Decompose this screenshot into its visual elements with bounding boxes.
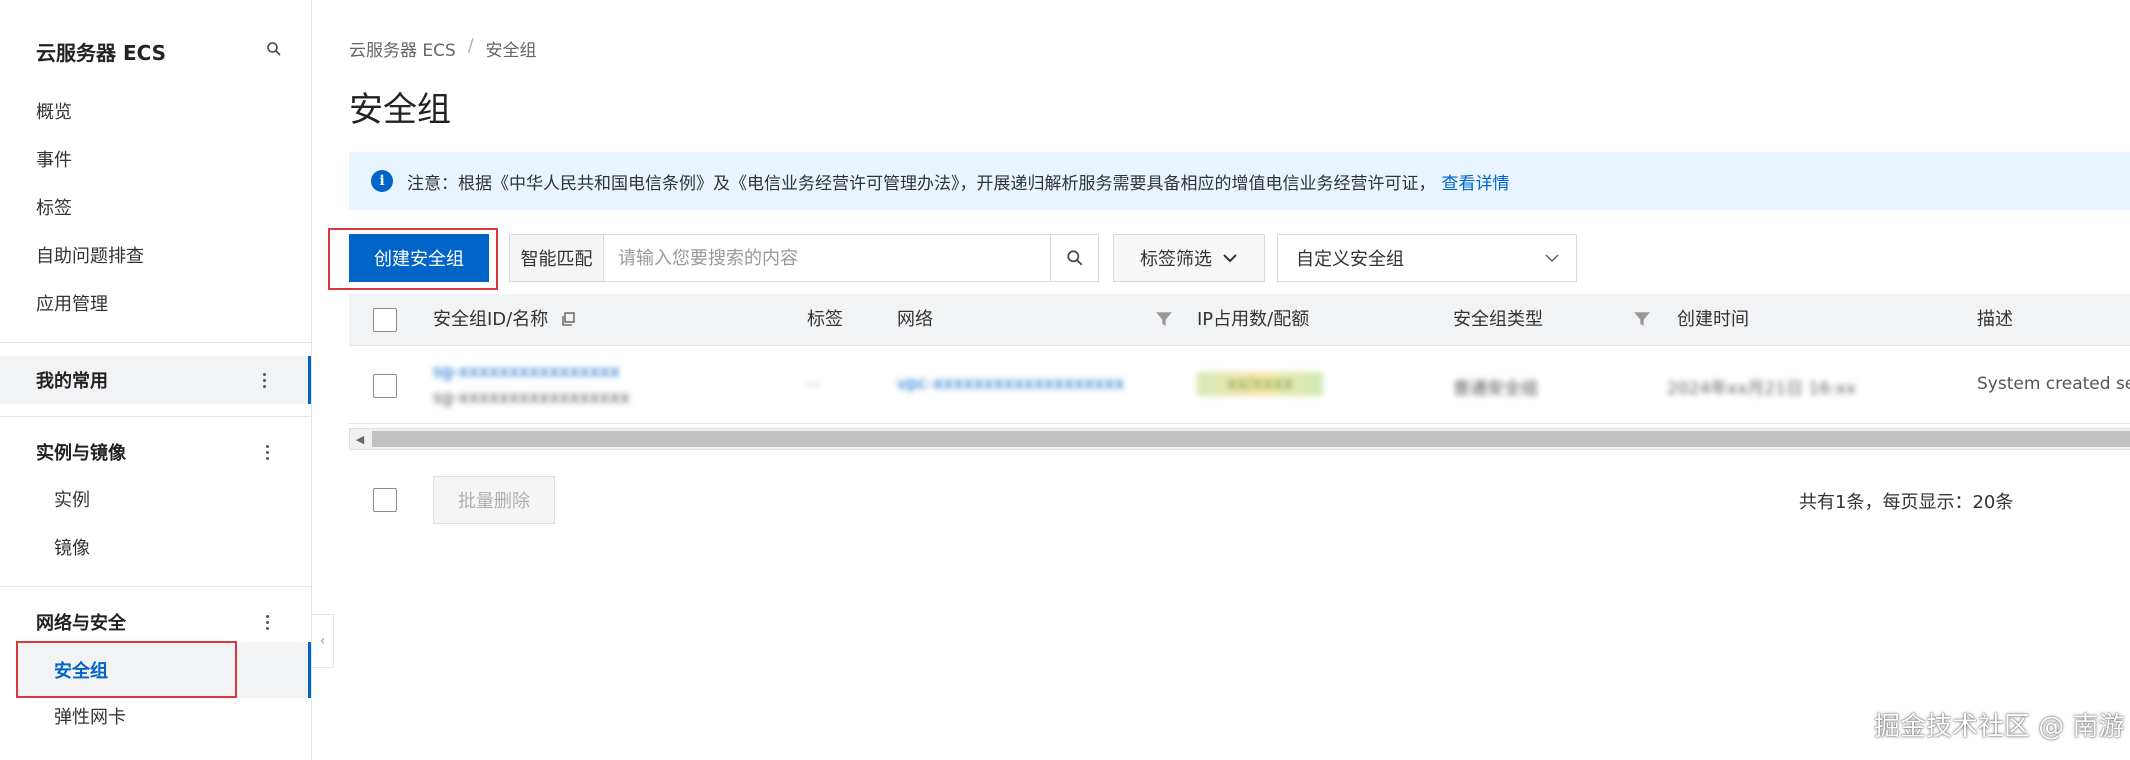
search-input[interactable] (604, 235, 1050, 281)
column-header-type: 安全组类型 (1453, 309, 1543, 330)
sidebar-divider (0, 586, 311, 587)
table-footer: 批量删除 共有1条，每页显示：20条 (349, 476, 2130, 524)
more-icon[interactable] (259, 612, 275, 632)
more-icon[interactable] (259, 442, 275, 462)
notice-details-link[interactable]: 查看详情 (1442, 169, 1510, 194)
sidebar-item-overview[interactable]: 概览 (36, 98, 72, 128)
sidebar-item-tags[interactable]: 标签 (36, 194, 72, 224)
sidebar-item-instances[interactable]: 实例 (54, 486, 90, 516)
footer-select-all-checkbox[interactable] (373, 488, 397, 512)
column-header-description: 描述 (1977, 309, 2013, 330)
sidebar-group-title: 实例与镜像 (36, 443, 126, 464)
column-header-id-name: 安全组ID/名称 (433, 294, 576, 346)
copy-icon[interactable] (560, 311, 576, 327)
sidebar-title: 云服务器 ECS (36, 40, 167, 65)
search-button[interactable] (1050, 235, 1098, 281)
chevron-down-icon (1223, 254, 1237, 263)
sidebar-item-images[interactable]: 镜像 (54, 534, 90, 564)
sidebar-item-troubleshoot[interactable]: 自助问题排查 (36, 242, 144, 272)
custom-security-group-select[interactable]: 自定义安全组 (1277, 234, 1577, 282)
row-ip-quota: xx/xxxx (1197, 372, 1324, 396)
row-network-link[interactable]: vpc-xxxxxxxxxxxxxxxxxxx (897, 374, 1124, 394)
column-header-ip-quota: IP占用数/配额 (1197, 309, 1310, 330)
search-group: 智能匹配 (509, 234, 1099, 282)
row-tags: -- (807, 374, 820, 394)
search-icon[interactable] (266, 41, 286, 61)
select-all-checkbox[interactable] (373, 308, 397, 332)
sidebar-group-favorites[interactable]: 我的常用 (0, 356, 311, 404)
row-checkbox[interactable] (373, 374, 397, 398)
tag-filter-label: 标签筛选 (1140, 249, 1212, 270)
sidebar-item-security-groups[interactable]: 安全组 (54, 657, 108, 683)
sidebar-item-eni[interactable]: 弹性网卡 (54, 703, 126, 733)
pagination-summary: 共有1条，每页显示：20条 (1799, 492, 2014, 513)
table-header: 安全组ID/名称 标签 网络 IP占用数/配额 安全组类型 创建时间 描述 (349, 294, 2130, 346)
column-header-network: 网络 (897, 309, 933, 330)
breadcrumb-separator: / (467, 36, 474, 56)
table-row: sg-xxxxxxxxxxxxxxxx sg-xxxxxxxxxxxxxxxxx… (349, 346, 2130, 424)
watermark: 掘金技术社区 @ 南游 (1874, 712, 2125, 742)
filter-icon[interactable] (1155, 310, 1173, 328)
main-content: 云服务器 ECS / 安全组 安全组 i 注意：根据《中华人民共和国电信条例》及… (312, 0, 2130, 760)
sidebar-divider (0, 416, 311, 417)
more-icon[interactable] (256, 370, 272, 390)
sidebar-group-title: 网络与安全 (36, 613, 126, 634)
security-group-name: sg-xxxxxxxxxxxxxxxxx (433, 388, 630, 408)
toolbar: 创建安全组 智能匹配 标签筛选 自定义安全组 (349, 234, 1577, 282)
sidebar-group-network-security[interactable]: 网络与安全 (0, 598, 311, 646)
column-header-tags: 标签 (807, 309, 843, 330)
row-created-time: 2024年xx月21日 16:xx (1667, 379, 1856, 399)
sidebar: 云服务器 ECS 概览 事件 标签 自助问题排查 应用管理 我的常用 实例与镜像… (0, 0, 312, 760)
sidebar-header: 云服务器 ECS (36, 36, 286, 66)
row-type: 普通安全组 (1453, 379, 1538, 399)
row-description: System created sec (1977, 374, 2130, 394)
sidebar-group-title: 我的常用 (36, 371, 108, 392)
breadcrumb-current: 安全组 (485, 41, 537, 61)
column-header-created: 创建时间 (1677, 309, 1749, 330)
security-group-id-link[interactable]: sg-xxxxxxxxxxxxxxxx (433, 362, 620, 382)
chevron-down-icon (1545, 254, 1559, 263)
scrollbar-thumb[interactable] (372, 431, 2130, 447)
breadcrumb: 云服务器 ECS / 安全组 (349, 36, 537, 61)
filter-icon[interactable] (1633, 310, 1651, 328)
create-security-group-button[interactable]: 创建安全组 (349, 234, 489, 282)
sidebar-item-app-management[interactable]: 应用管理 (36, 290, 108, 320)
notice-text: 注意：根据《中华人民共和国电信条例》及《电信业务经营许可管理办法》，开展递归解析… (407, 173, 1436, 194)
sidebar-item-events[interactable]: 事件 (36, 146, 72, 176)
sidebar-divider (0, 342, 311, 343)
horizontal-scrollbar[interactable]: ◀ (349, 428, 2130, 450)
search-mode-select[interactable]: 智能匹配 (510, 235, 604, 281)
page-title: 安全组 (349, 90, 451, 130)
batch-delete-button[interactable]: 批量删除 (433, 476, 555, 524)
custom-select-value: 自定义安全组 (1296, 249, 1404, 270)
tag-filter-dropdown[interactable]: 标签筛选 (1113, 234, 1265, 282)
breadcrumb-ecs[interactable]: 云服务器 ECS (349, 36, 456, 61)
scroll-left-icon[interactable]: ◀ (350, 429, 370, 449)
search-icon (1066, 250, 1082, 266)
notice-banner: i 注意：根据《中华人民共和国电信条例》及《电信业务经营许可管理办法》，开展递归… (349, 152, 2130, 210)
info-icon: i (371, 170, 393, 192)
sidebar-group-instances-images[interactable]: 实例与镜像 (0, 428, 311, 476)
